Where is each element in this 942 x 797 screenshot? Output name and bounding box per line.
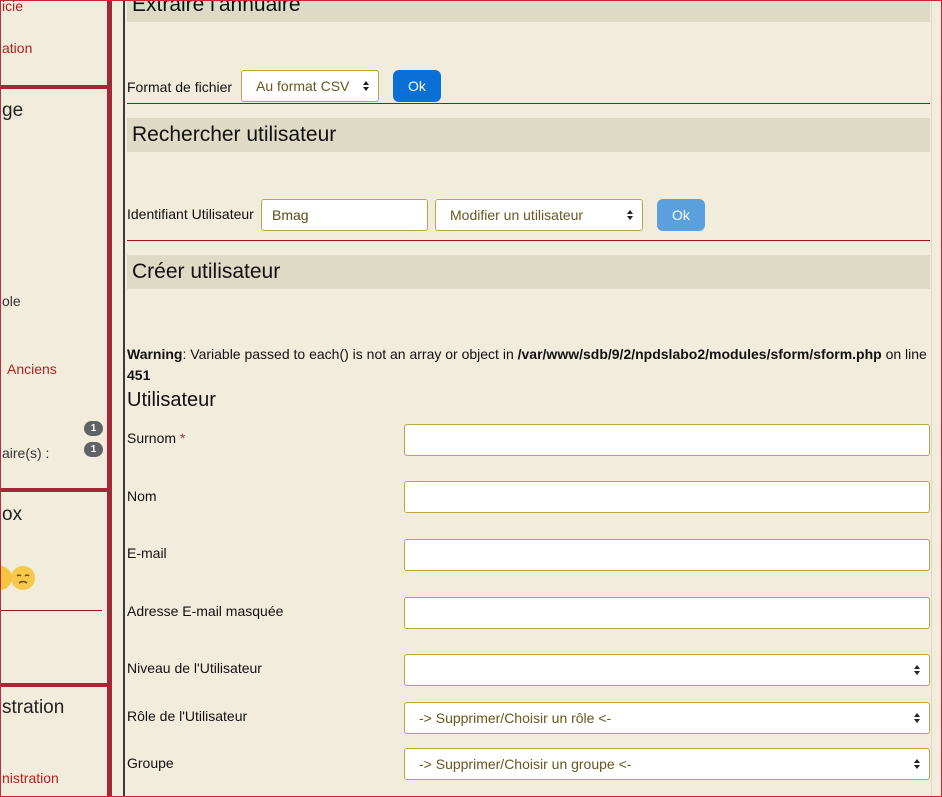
nom-input[interactable] [404,481,930,513]
role-label: Rôle de l'Utilisateur [127,708,248,724]
groupe-select[interactable]: -> Supprimer/Choisir un groupe <- [404,748,930,780]
sidebar-heading-1: ge [2,100,24,121]
select-arrows-icon [914,759,920,769]
sidebar-hr [1,610,102,611]
section-title-create: Créer utilisateur [127,255,930,289]
section-title-extract: Extraire l'annuaire [127,1,930,22]
email-masked-label: Adresse E-mail masquée [127,603,284,619]
warning-label: Warning [127,346,183,362]
main-content: Extraire l'annuaire Format de fichier Au… [125,1,941,796]
surnom-input[interactable] [404,424,930,456]
sidebar: icie ation ge ole Anciens 1 1 aire(s) : … [1,1,112,796]
warning-message: : Variable passed to each() is not an ar… [182,346,518,362]
sidebar-heading-2: ox [2,504,23,525]
groupe-label: Groupe [127,755,174,771]
emoji-downcast-icon[interactable] [11,566,35,590]
email-label: E-mail [127,545,167,561]
warning-on-line: on line [881,346,927,362]
user-id-value: Bmag [272,207,309,223]
format-select[interactable]: Au format CSV [241,70,379,102]
required-mark: * [179,430,186,446]
role-select[interactable]: -> Supprimer/Choisir un rôle <- [404,702,930,734]
groupe-select-value: -> Supprimer/Choisir un groupe <- [419,756,632,772]
section-divider [127,103,930,104]
select-arrows-icon [627,210,633,220]
select-arrows-icon [914,713,920,723]
user-action-value: Modifier un utilisateur [450,207,584,223]
select-arrows-icon [914,665,920,675]
sidebar-heading-3: stration [2,697,65,718]
extract-ok-button[interactable]: Ok [393,70,441,102]
count-badge: 1 [84,421,103,436]
page-frame: icie ation ge ole Anciens 1 1 aire(s) : … [0,0,942,797]
warning-path: /var/www/sdb/9/2/npdslabo2/modules/sform… [517,346,882,362]
sidebar-link-administration[interactable]: nistration [2,770,59,786]
user-id-input[interactable]: Bmag [261,199,428,231]
sidebar-text-aires: aire(s) : [2,445,50,461]
gutter [112,1,123,796]
format-label: Format de fichier [127,79,233,95]
role-select-value: -> Supprimer/Choisir un rôle <- [419,710,612,726]
niveau-select[interactable] [404,654,930,686]
sidebar-text-role: ole [2,293,21,309]
email-masked-input[interactable] [404,597,930,629]
select-arrows-icon [363,81,369,91]
email-input[interactable] [404,539,930,571]
sidebar-link-article[interactable]: icie [2,1,23,14]
nom-label: Nom [127,488,157,504]
user-action-select[interactable]: Modifier un utilisateur [435,199,643,231]
user-id-label: Identifiant Utilisateur [127,206,254,222]
php-warning: Warning: Variable passed to each() is no… [127,344,937,386]
emoji-face-icon [16,574,30,584]
surnom-label-text: Surnom [127,430,177,446]
scrollbar[interactable] [931,1,941,796]
sidebar-link-information[interactable]: ation [2,40,32,56]
section-divider [127,240,930,241]
count-badge: 1 [84,442,103,457]
search-ok-button[interactable]: Ok [657,199,705,231]
sidebar-link-anciens[interactable]: Anciens [7,361,57,377]
format-select-value: Au format CSV [256,78,350,94]
niveau-label: Niveau de l'Utilisateur [127,660,262,676]
section-title-search: Rechercher utilisateur [127,118,930,152]
form-heading: Utilisateur [127,389,216,411]
warning-line-number: 451 [127,367,151,383]
surnom-label: Surnom * [127,430,185,446]
